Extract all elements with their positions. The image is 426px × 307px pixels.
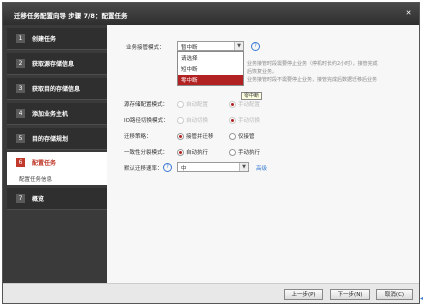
consistency-manual-label: 手动执行 — [238, 150, 261, 156]
help-icon[interactable]: ? — [251, 42, 260, 51]
step-5[interactable]: 5 目的存储规划 — [7, 128, 107, 150]
consistency-label: 一致性分裂模式： — [124, 150, 169, 156]
step-label: 获取目的存储信息 — [32, 86, 81, 93]
step-number: 3 — [16, 84, 25, 93]
step-1[interactable]: 1 创建任务 — [7, 28, 107, 50]
step-label: 配置任务 — [32, 160, 57, 167]
wizard-steps-sidebar: 1 创建任务 2 获取源存储信息 3 获取目的存储信息 4 添加业务主机 5 目… — [3, 25, 107, 283]
dropdown-option[interactable]: 请选择 — [178, 53, 243, 63]
advanced-link[interactable]: 高级 — [256, 164, 267, 172]
speed-select[interactable]: 中 ▼ — [177, 162, 249, 172]
business-switch-label: 业务接管模式： — [126, 45, 165, 51]
step-label: 概览 — [32, 196, 45, 203]
source-auto-radio[interactable] — [177, 101, 184, 108]
dropdown-option[interactable]: 短中断 — [178, 64, 243, 74]
consistency-auto-label: 自动执行 — [186, 150, 209, 156]
source-manual-radio[interactable] — [229, 101, 236, 108]
io-switch-label: IO路径切换模式： — [124, 118, 169, 124]
dropdown-option-selected[interactable]: 零中断 — [178, 75, 243, 85]
window-title: 迁移任务配置向导 步骤 7/8：配置任务 — [14, 12, 128, 20]
step-2[interactable]: 2 获取源存储信息 — [7, 53, 107, 75]
close-icon[interactable]: ✕ — [404, 9, 413, 18]
mode-description-line1: 业务接管时段需要停止业务（停机时长约2小时），接管完成 — [247, 61, 378, 67]
step-3[interactable]: 3 获取目的存储信息 — [7, 78, 107, 100]
mode-description-line2: 后恢复业务。 — [247, 69, 278, 75]
step-label: 创建任务 — [32, 36, 57, 43]
strategy-migrate-radio[interactable] — [177, 133, 184, 140]
help-icon[interactable]: ? — [163, 163, 172, 172]
step-number: 4 — [16, 109, 25, 118]
substep-config-info[interactable]: 配置任务信息 — [7, 173, 107, 185]
footer-bar: 上一步(P) 下一步(N) 取消(C) — [3, 283, 419, 303]
main-content: 业务接管模式： 暂中断 ▼ ? 业务接管时段需要停止业务（停机时长约2小时），接… — [107, 25, 419, 283]
step-number: 1 — [16, 34, 25, 43]
select-value: 暂中断 — [181, 45, 198, 51]
strategy-migrate-label: 接管并迁移 — [186, 134, 214, 140]
next-button[interactable]: 下一步(N) — [330, 289, 370, 300]
speed-label: 默认迁移速率： — [124, 166, 163, 172]
business-switch-dropdown: 请选择 短中断 零中断 — [177, 51, 244, 86]
io-auto-label: 自动切换 — [186, 118, 209, 124]
scroll-marker-icon: ◂ — [420, 295, 424, 302]
step-6-active[interactable]: 6 配置任务 — [7, 152, 107, 174]
option-tooltip: 零中断 — [241, 92, 262, 100]
io-manual-radio[interactable] — [229, 117, 236, 124]
step-label: 添加业务主机 — [32, 111, 69, 118]
step-4[interactable]: 4 添加业务主机 — [7, 103, 107, 125]
source-manual-label: 手动配置 — [238, 102, 261, 108]
io-auto-radio[interactable] — [177, 117, 184, 124]
business-switch-select[interactable]: 暂中断 ▼ — [177, 41, 244, 51]
wizard-dialog: 迁移任务配置向导 步骤 7/8：配置任务 ✕ 1 创建任务 2 获取源存储信息 … — [2, 2, 420, 304]
io-manual-label: 手动切换 — [238, 118, 261, 124]
step-number: 7 — [16, 194, 25, 203]
strategy-takeover-radio[interactable] — [229, 133, 236, 140]
title-bar: 迁移任务配置向导 步骤 7/8：配置任务 ✕ — [3, 3, 419, 25]
step-7[interactable]: 7 概览 — [7, 188, 107, 210]
consistency-manual-radio[interactable] — [229, 149, 236, 156]
step-number: 5 — [16, 134, 25, 143]
step-label: 获取源存储信息 — [32, 61, 75, 68]
substep-label: 配置任务信息 — [19, 177, 53, 183]
prev-button[interactable]: 上一步(P) — [284, 289, 323, 300]
mode-description-line3: 业务接管时段不需要停止业务，接管完成后数据迁移后业务 — [247, 77, 378, 83]
source-config-label: 源存储配置模式： — [124, 102, 169, 108]
step-number: 2 — [16, 59, 25, 68]
chevron-down-icon: ▼ — [239, 163, 248, 171]
source-auto-label: 自动配置 — [186, 102, 209, 108]
select-value: 中 — [181, 166, 187, 172]
strategy-takeover-label: 仅接管 — [238, 134, 255, 140]
strategy-label: 迁移策略： — [124, 134, 152, 140]
step-number: 6 — [16, 158, 25, 167]
cancel-button[interactable]: 取消(C) — [376, 289, 413, 300]
step-label: 目的存储规划 — [32, 136, 69, 143]
consistency-auto-radio[interactable] — [177, 149, 184, 156]
chevron-down-icon: ▼ — [234, 42, 243, 50]
